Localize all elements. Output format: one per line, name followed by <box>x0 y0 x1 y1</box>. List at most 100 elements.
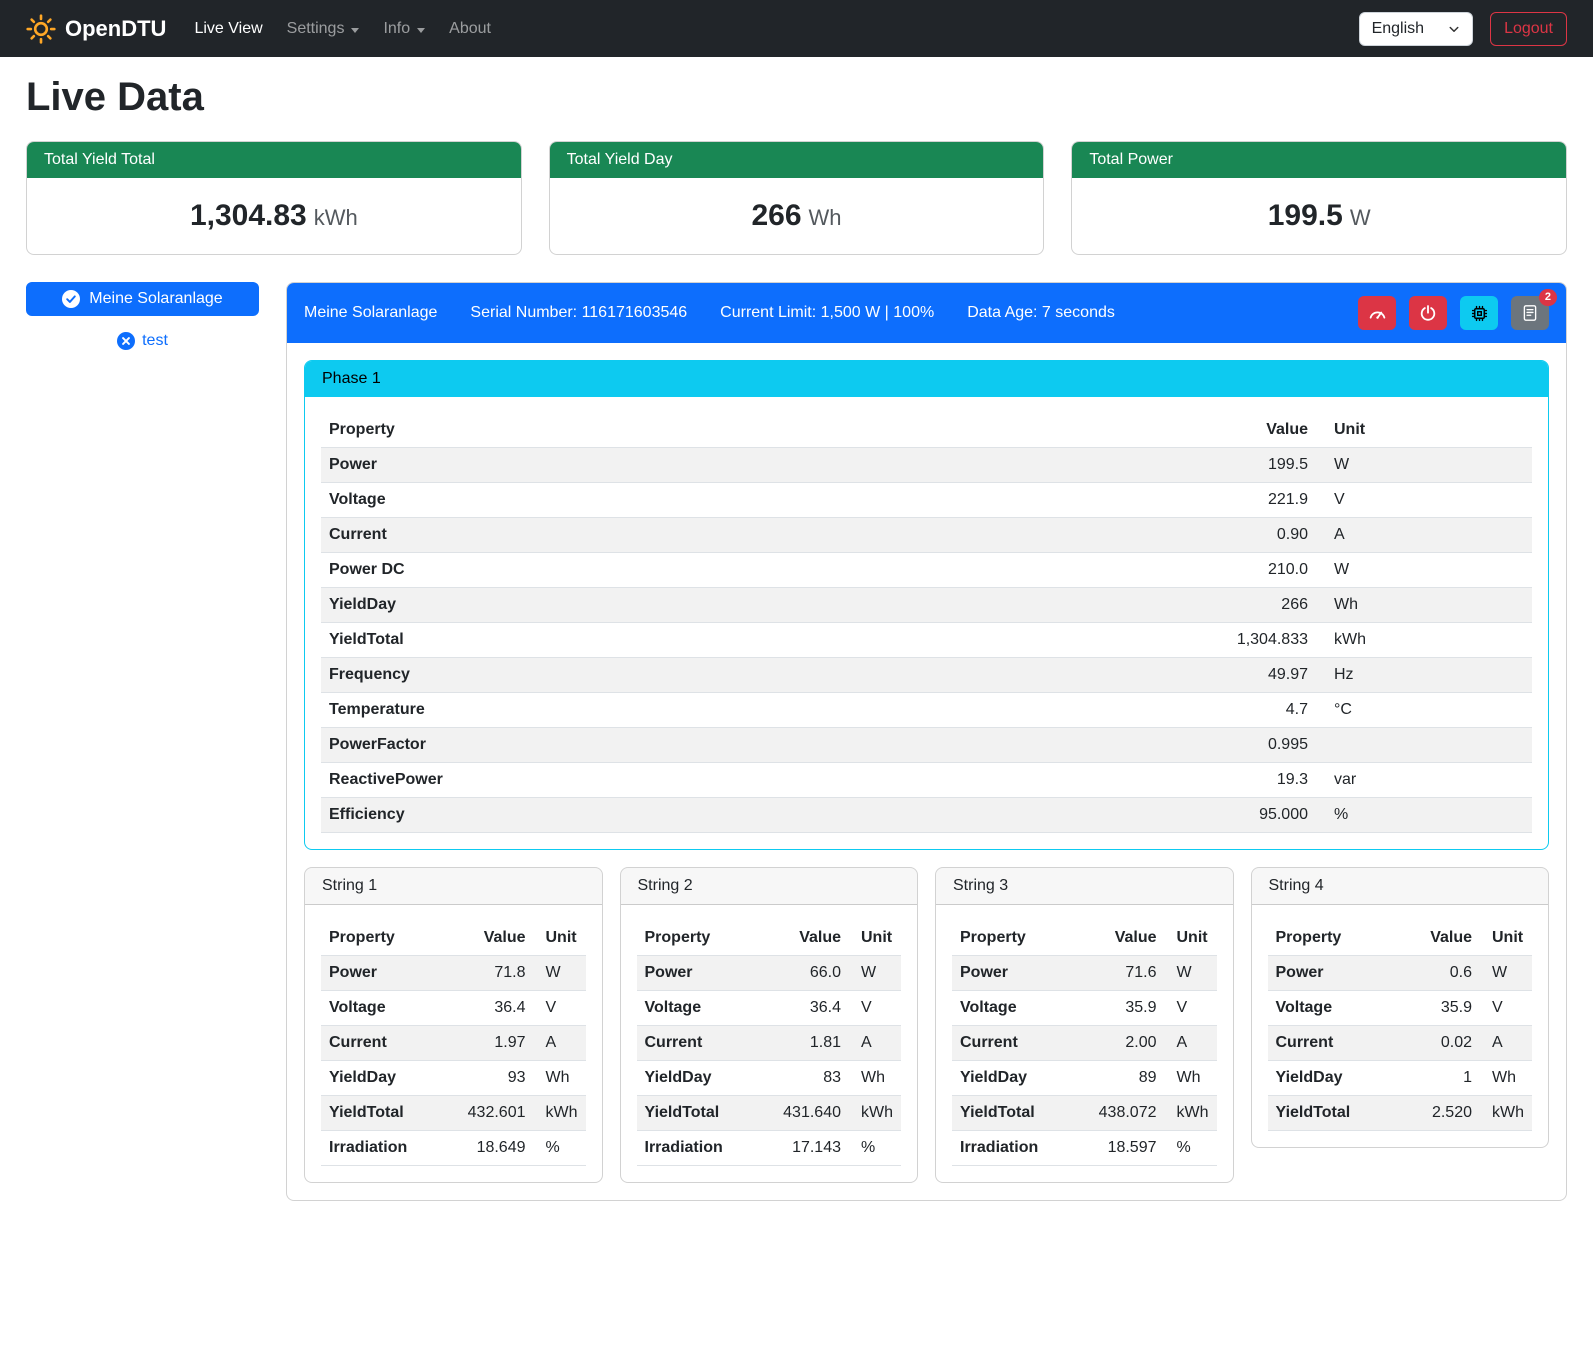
column-value: Value <box>1204 413 1316 448</box>
cell-property: Power <box>321 956 452 991</box>
device-info-button[interactable] <box>1460 296 1498 330</box>
cell-property: YieldTotal <box>321 623 1204 658</box>
string-card-body: Property Value Unit Power0.6WVoltage35.9… <box>1252 905 1549 1147</box>
string-2-card: String 2 Property Value Unit <box>620 867 919 1183</box>
cell-value: 36.4 <box>767 991 849 1026</box>
table-header-row: Property Value Unit <box>321 413 1532 448</box>
cell-value: 95.000 <box>1204 798 1316 833</box>
journal-text-icon <box>1521 304 1539 322</box>
cell-value: 35.9 <box>1398 991 1480 1026</box>
table-row: Voltage36.4V <box>637 991 902 1026</box>
nav-settings[interactable]: Settings <box>275 12 372 46</box>
limit-settings-button[interactable] <box>1358 296 1396 330</box>
cell-value: 36.4 <box>452 991 534 1026</box>
cell-property: Current <box>952 1026 1083 1061</box>
table-row: Current1.97A <box>321 1026 586 1061</box>
logout-button[interactable]: Logout <box>1490 12 1567 46</box>
cell-property: YieldDay <box>637 1061 768 1096</box>
sidebar-item-label: Meine Solaranlage <box>89 290 222 308</box>
cell-value: 1 <box>1398 1061 1480 1096</box>
event-log-button[interactable]: 2 <box>1511 296 1549 330</box>
cell-property: Voltage <box>952 991 1083 1026</box>
content-row: Meine Solaranlage test Meine Solaranlage… <box>26 282 1567 1231</box>
sidebar-item-test[interactable]: test <box>26 332 259 350</box>
cell-property: Power <box>952 956 1083 991</box>
chevron-down-icon <box>1448 23 1460 35</box>
cell-value: 199.5 <box>1204 448 1316 483</box>
inverter-panel-body: Phase 1 Property Value Unit <box>287 343 1566 1200</box>
cell-unit: W <box>1165 956 1217 991</box>
cell-property: Power DC <box>321 553 1204 588</box>
string-card-body: Property Value Unit Power66.0WVoltage36.… <box>621 905 918 1182</box>
cell-unit: A <box>1316 518 1532 553</box>
nav-info-label: Info <box>383 20 410 38</box>
table-row: Irradiation17.143% <box>637 1131 902 1166</box>
table-row: Power71.8W <box>321 956 586 991</box>
cell-unit: A <box>1480 1026 1532 1061</box>
cell-value: 432.601 <box>452 1096 534 1131</box>
power-icon <box>1419 304 1437 322</box>
nav-live-view[interactable]: Live View <box>182 12 274 46</box>
cell-unit: Wh <box>849 1061 901 1096</box>
summary-cards-row: Total Yield Total 1,304.83 kWh Total Yiel… <box>26 141 1567 255</box>
table-row: Frequency49.97Hz <box>321 658 1532 693</box>
cell-value: 210.0 <box>1204 553 1316 588</box>
cell-property: YieldDay <box>952 1061 1083 1096</box>
serial-number: Serial Number: 116171603546 <box>470 304 687 322</box>
cell-unit: Wh <box>1480 1061 1532 1096</box>
table-row: Irradiation18.649% <box>321 1131 586 1166</box>
column-unit: Unit <box>1316 413 1532 448</box>
table-row: ReactivePower19.3var <box>321 763 1532 798</box>
cell-unit: Wh <box>534 1061 586 1096</box>
cell-property: YieldDay <box>1268 1061 1399 1096</box>
x-circle-icon[interactable] <box>117 332 135 350</box>
string-1-table: Property Value Unit Power71.8WVoltage36.… <box>321 921 586 1166</box>
cell-value: 18.597 <box>1083 1131 1165 1166</box>
table-row: Current0.02A <box>1268 1026 1533 1061</box>
language-select[interactable]: English <box>1359 12 1473 46</box>
nav-info[interactable]: Info <box>371 12 437 46</box>
sidebar-item-label: test <box>142 332 168 350</box>
cpu-icon <box>1470 304 1489 323</box>
column-unit: Unit <box>849 921 901 956</box>
cell-value: 2.00 <box>1083 1026 1165 1061</box>
inverter-panel-header: Meine Solaranlage Serial Number: 1161716… <box>287 283 1566 343</box>
card-unit: kWh <box>314 205 358 230</box>
card-body: 266Wh <box>550 178 1044 254</box>
table-header-row: Property Value Unit <box>952 921 1217 956</box>
table-row: Power199.5W <box>321 448 1532 483</box>
nav-about[interactable]: About <box>437 12 503 46</box>
cell-property: Voltage <box>321 991 452 1026</box>
cell-unit: Hz <box>1316 658 1532 693</box>
cell-unit: W <box>1316 448 1532 483</box>
phase-1-card: Phase 1 Property Value Unit <box>304 360 1549 850</box>
table-row: Current0.90A <box>321 518 1532 553</box>
card-unit: Wh <box>809 205 842 230</box>
cell-value: 221.9 <box>1204 483 1316 518</box>
sidebar-item-inverter[interactable]: Meine Solaranlage <box>26 282 259 316</box>
string-1-table-body: Power71.8WVoltage36.4VCurrent1.97AYieldD… <box>321 956 586 1166</box>
table-row: Voltage36.4V <box>321 991 586 1026</box>
cell-unit: V <box>849 991 901 1026</box>
column-value: Value <box>1398 921 1480 956</box>
brand[interactable]: OpenDTU <box>26 14 166 44</box>
navbar: OpenDTU Live View Settings Info About En… <box>0 0 1593 57</box>
cell-value: 1,304.833 <box>1204 623 1316 658</box>
table-row: Current2.00A <box>952 1026 1217 1061</box>
cell-unit: A <box>534 1026 586 1061</box>
cell-value: 93 <box>452 1061 534 1096</box>
cell-value: 19.3 <box>1204 763 1316 798</box>
card-value: 199.5 <box>1268 199 1343 232</box>
power-button[interactable] <box>1409 296 1447 330</box>
strings-grid: String 1 Property Value Unit <box>304 867 1549 1183</box>
card-title: Total Yield Total <box>27 142 521 178</box>
table-row: YieldDay93Wh <box>321 1061 586 1096</box>
card-value: 1,304.83 <box>190 199 307 232</box>
navbar-right: English Logout <box>1359 12 1567 46</box>
cell-property: YieldTotal <box>1268 1096 1399 1131</box>
table-row: Power0.6W <box>1268 956 1533 991</box>
total-yield-total-card: Total Yield Total 1,304.83 kWh <box>26 141 522 255</box>
cell-unit: W <box>1316 553 1532 588</box>
cell-property: Irradiation <box>637 1131 768 1166</box>
cell-unit: V <box>534 991 586 1026</box>
